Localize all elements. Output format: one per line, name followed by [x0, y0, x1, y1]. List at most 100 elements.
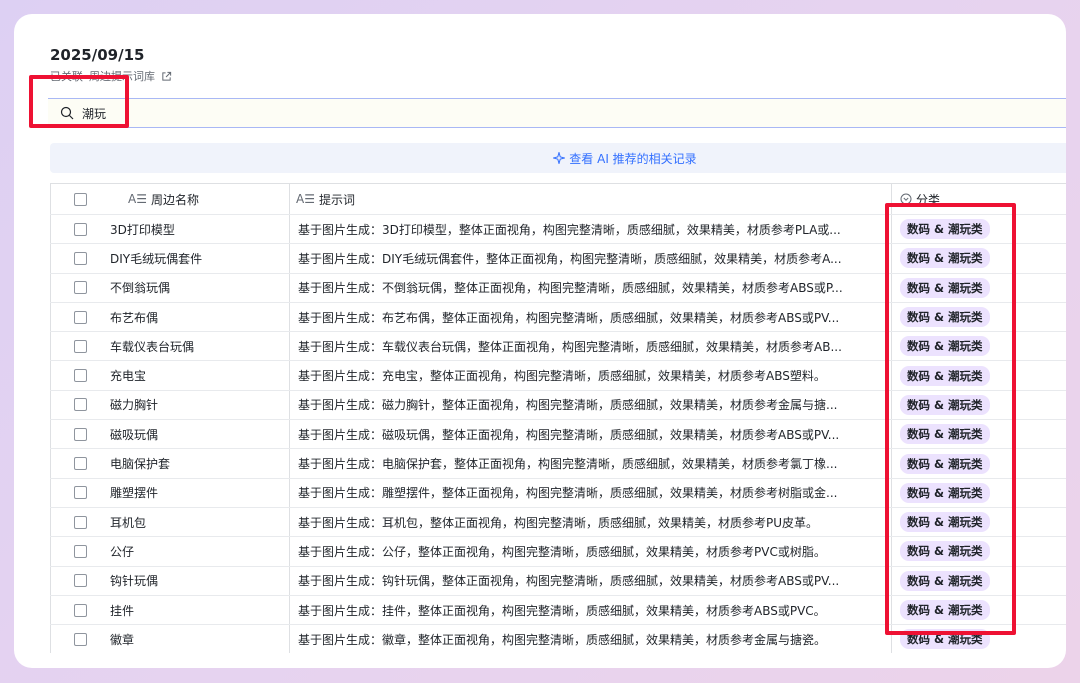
cell-name[interactable]: 钩针玩偶 — [110, 566, 290, 595]
search-bar — [48, 98, 1066, 128]
row-checkbox[interactable] — [74, 339, 87, 353]
cell-prompt-text: 基于图片生成：不倒翁玩偶，整体正面视角，构图完整清晰，质感细腻，效果精美，材质参… — [298, 281, 843, 296]
row-check-cell — [50, 595, 110, 625]
row-check-cell — [50, 507, 110, 537]
cell-prompt[interactable]: 基于图片生成：布艺布偶，整体正面视角，构图完整清晰，质感细腻，效果精美，材质参考… — [290, 302, 892, 332]
cell-prompt[interactable]: 基于图片生成：车载仪表台玩偶，整体正面视角，构图完整清晰，质感细腻，效果精美，材… — [290, 332, 892, 361]
cell-prompt-text: 基于图片生成：磁吸玩偶，整体正面视角，构图完整清晰，质感细腻，效果精美，材质参考… — [298, 427, 840, 442]
row-check-cell — [50, 332, 110, 361]
cell-prompt-text: 基于图片生成：耳机包，整体正面视角，构图完整清晰，质感细腻，效果精美，材质参考P… — [298, 515, 819, 530]
cell-prompt[interactable]: 基于图片生成：不倒翁玩偶，整体正面视角，构图完整清晰，质感细腻，效果精美，材质参… — [290, 273, 892, 302]
row-checkbox[interactable] — [74, 457, 87, 471]
column-header-prompt[interactable]: A☰ 提示词 — [290, 184, 892, 214]
row-checkbox[interactable] — [74, 544, 87, 558]
cell-prompt-text: 基于图片生成：电脑保护套，整体正面视角，构图完整清晰，质感细腻，效果精美，材质参… — [298, 457, 838, 472]
row-checkbox[interactable] — [74, 574, 87, 588]
row-check-cell — [50, 302, 110, 332]
cell-prompt[interactable]: 基于图片生成：充电宝，整体正面视角，构图完整清晰，质感细腻，效果精美，材质参考A… — [290, 361, 892, 390]
select-all-checkbox[interactable] — [74, 192, 87, 206]
cell-prompt-text: 基于图片生成：磁力胸针，整体正面视角，构图完整清晰，质感细腻，效果精美，材质参考… — [298, 398, 838, 413]
cell-prompt[interactable]: 基于图片生成：DIY毛绒玩偶套件，整体正面视角，构图完整清晰，质感细腻，效果精美… — [290, 244, 892, 273]
cell-name[interactable]: 雕塑摆件 — [110, 478, 290, 507]
cell-prompt-text: 基于图片生成：DIY毛绒玩偶套件，整体正面视角，构图完整清晰，质感细腻，效果精美… — [298, 251, 842, 266]
cell-prompt[interactable]: 基于图片生成：耳机包，整体正面视角，构图完整清晰，质感细腻，效果精美，材质参考P… — [290, 507, 892, 537]
cell-name[interactable]: 磁力胸针 — [110, 390, 290, 420]
category-highlight-box — [885, 203, 1016, 635]
cell-prompt[interactable]: 基于图片生成：电脑保护套，整体正面视角，构图完整清晰，质感细腻，效果精美，材质参… — [290, 449, 892, 478]
external-link-icon[interactable] — [161, 71, 172, 82]
cell-prompt[interactable]: 基于图片生成：公仔，整体正面视角，构图完整清晰，质感细腻，效果精美，材质参考PV… — [290, 537, 892, 566]
cell-name[interactable]: 3D打印模型 — [110, 215, 290, 244]
cell-prompt[interactable]: 基于图片生成：挂件，整体正面视角，构图完整清晰，质感细腻，效果精美，材质参考AB… — [290, 595, 892, 625]
row-checkbox[interactable] — [74, 222, 87, 236]
cell-name-text: 不倒翁玩偶 — [110, 281, 171, 296]
cell-name-text: 布艺布偶 — [110, 310, 159, 325]
row-check-cell — [50, 566, 110, 595]
sparkle-icon — [553, 152, 566, 164]
row-check-cell — [50, 625, 110, 653]
cell-name[interactable]: 电脑保护套 — [110, 449, 290, 478]
row-checkbox[interactable] — [74, 486, 87, 500]
cell-prompt-text: 基于图片生成：车载仪表台玩偶，整体正面视角，构图完整清晰，质感细腻，效果精美，材… — [298, 339, 842, 354]
row-checkbox[interactable] — [74, 369, 87, 383]
row-check-cell — [50, 420, 110, 449]
cell-prompt-text: 基于图片生成：3D打印模型，整体正面视角，构图完整清晰，质感细腻，效果精美，材质… — [298, 222, 841, 237]
cell-name[interactable]: 车载仪表台玩偶 — [110, 332, 290, 361]
row-checkbox[interactable] — [74, 281, 87, 295]
cell-name[interactable]: 磁吸玩偶 — [110, 420, 290, 449]
cell-name-text: 磁吸玩偶 — [110, 427, 159, 442]
row-checkbox[interactable] — [74, 632, 87, 646]
cell-prompt-text: 基于图片生成：挂件，整体正面视角，构图完整清晰，质感细腻，效果精美，材质参考AB… — [298, 603, 826, 618]
cell-name-text: 耳机包 — [110, 515, 147, 530]
cell-prompt[interactable]: 基于图片生成：3D打印模型，整体正面视角，构图完整清晰，质感细腻，效果精美，材质… — [290, 215, 892, 244]
cell-prompt[interactable]: 基于图片生成：磁力胸针，整体正面视角，构图完整清晰，质感细腻，效果精美，材质参考… — [290, 390, 892, 420]
cell-name[interactable]: 挂件 — [110, 595, 290, 625]
ai-recommend-label: 查看 AI 推荐的相关记录 — [569, 151, 697, 166]
text-field-icon: A☰ — [296, 192, 315, 206]
cell-name-text: 充电宝 — [110, 369, 147, 384]
row-check-cell — [50, 390, 110, 420]
cell-name[interactable]: 布艺布偶 — [110, 302, 290, 332]
cell-name-text: 雕塑摆件 — [110, 486, 159, 501]
cell-name-text: 公仔 — [110, 544, 135, 559]
row-check-cell — [50, 244, 110, 273]
column-header-name-label: 周边名称 — [150, 192, 199, 207]
cell-prompt-text: 基于图片生成：雕塑摆件，整体正面视角，构图完整清晰，质感细腻，效果精美，材质参考… — [298, 486, 838, 501]
cell-prompt[interactable]: 基于图片生成：钩针玩偶，整体正面视角，构图完整清晰，质感细腻，效果精美，材质参考… — [290, 566, 892, 595]
cell-name[interactable]: 耳机包 — [110, 507, 290, 537]
search-highlight-box — [29, 75, 129, 128]
ai-recommend-link[interactable]: 查看 AI 推荐的相关记录 — [553, 150, 697, 167]
row-check-cell — [50, 478, 110, 507]
cell-name-text: 3D打印模型 — [110, 222, 175, 237]
cell-name[interactable]: DIY毛绒玩偶套件 — [110, 244, 290, 273]
cell-prompt-text: 基于图片生成：钩针玩偶，整体正面视角，构图完整清晰，质感细腻，效果精美，材质参考… — [298, 574, 840, 589]
cell-prompt[interactable]: 基于图片生成：磁吸玩偶，整体正面视角，构图完整清晰，质感细腻，效果精美，材质参考… — [290, 420, 892, 449]
cell-name-text: 电脑保护套 — [110, 457, 171, 472]
cell-name-text: 钩针玩偶 — [110, 574, 159, 589]
cell-prompt-text: 基于图片生成：徽章，整体正面视角，构图完整清晰，质感细腻，效果精美，材质参考金属… — [298, 632, 827, 647]
cell-prompt[interactable]: 基于图片生成：雕塑摆件，整体正面视角，构图完整清晰，质感细腻，效果精美，材质参考… — [290, 478, 892, 507]
cell-name[interactable]: 不倒翁玩偶 — [110, 273, 290, 302]
row-checkbox[interactable] — [74, 427, 87, 441]
row-check-cell — [50, 449, 110, 478]
row-checkbox[interactable] — [74, 310, 87, 324]
header-check-cell — [50, 184, 110, 214]
cell-name[interactable]: 充电宝 — [110, 361, 290, 390]
record-date: 2025/09/15 — [50, 46, 145, 64]
row-checkbox[interactable] — [74, 251, 87, 265]
cell-name-text: 车载仪表台玩偶 — [110, 339, 195, 354]
row-checkbox[interactable] — [74, 398, 87, 412]
ai-recommend-bar: 查看 AI 推荐的相关记录 — [50, 143, 1066, 173]
cell-prompt-text: 基于图片生成：充电宝，整体正面视角，构图完整清晰，质感细腻，效果精美，材质参考A… — [298, 369, 826, 384]
row-check-cell — [50, 215, 110, 244]
cell-name[interactable]: 徽章 — [110, 625, 290, 653]
row-checkbox[interactable] — [74, 603, 87, 617]
column-header-name[interactable]: A☰ 周边名称 — [110, 184, 290, 214]
cell-name-text: 徽章 — [110, 632, 135, 647]
cell-prompt[interactable]: 基于图片生成：徽章，整体正面视角，构图完整清晰，质感细腻，效果精美，材质参考金属… — [290, 625, 892, 653]
row-checkbox[interactable] — [74, 515, 87, 529]
cell-prompt-text: 基于图片生成：布艺布偶，整体正面视角，构图完整清晰，质感细腻，效果精美，材质参考… — [298, 310, 840, 325]
column-header-prompt-label: 提示词 — [318, 192, 355, 207]
row-check-cell — [50, 537, 110, 566]
cell-name[interactable]: 公仔 — [110, 537, 290, 566]
